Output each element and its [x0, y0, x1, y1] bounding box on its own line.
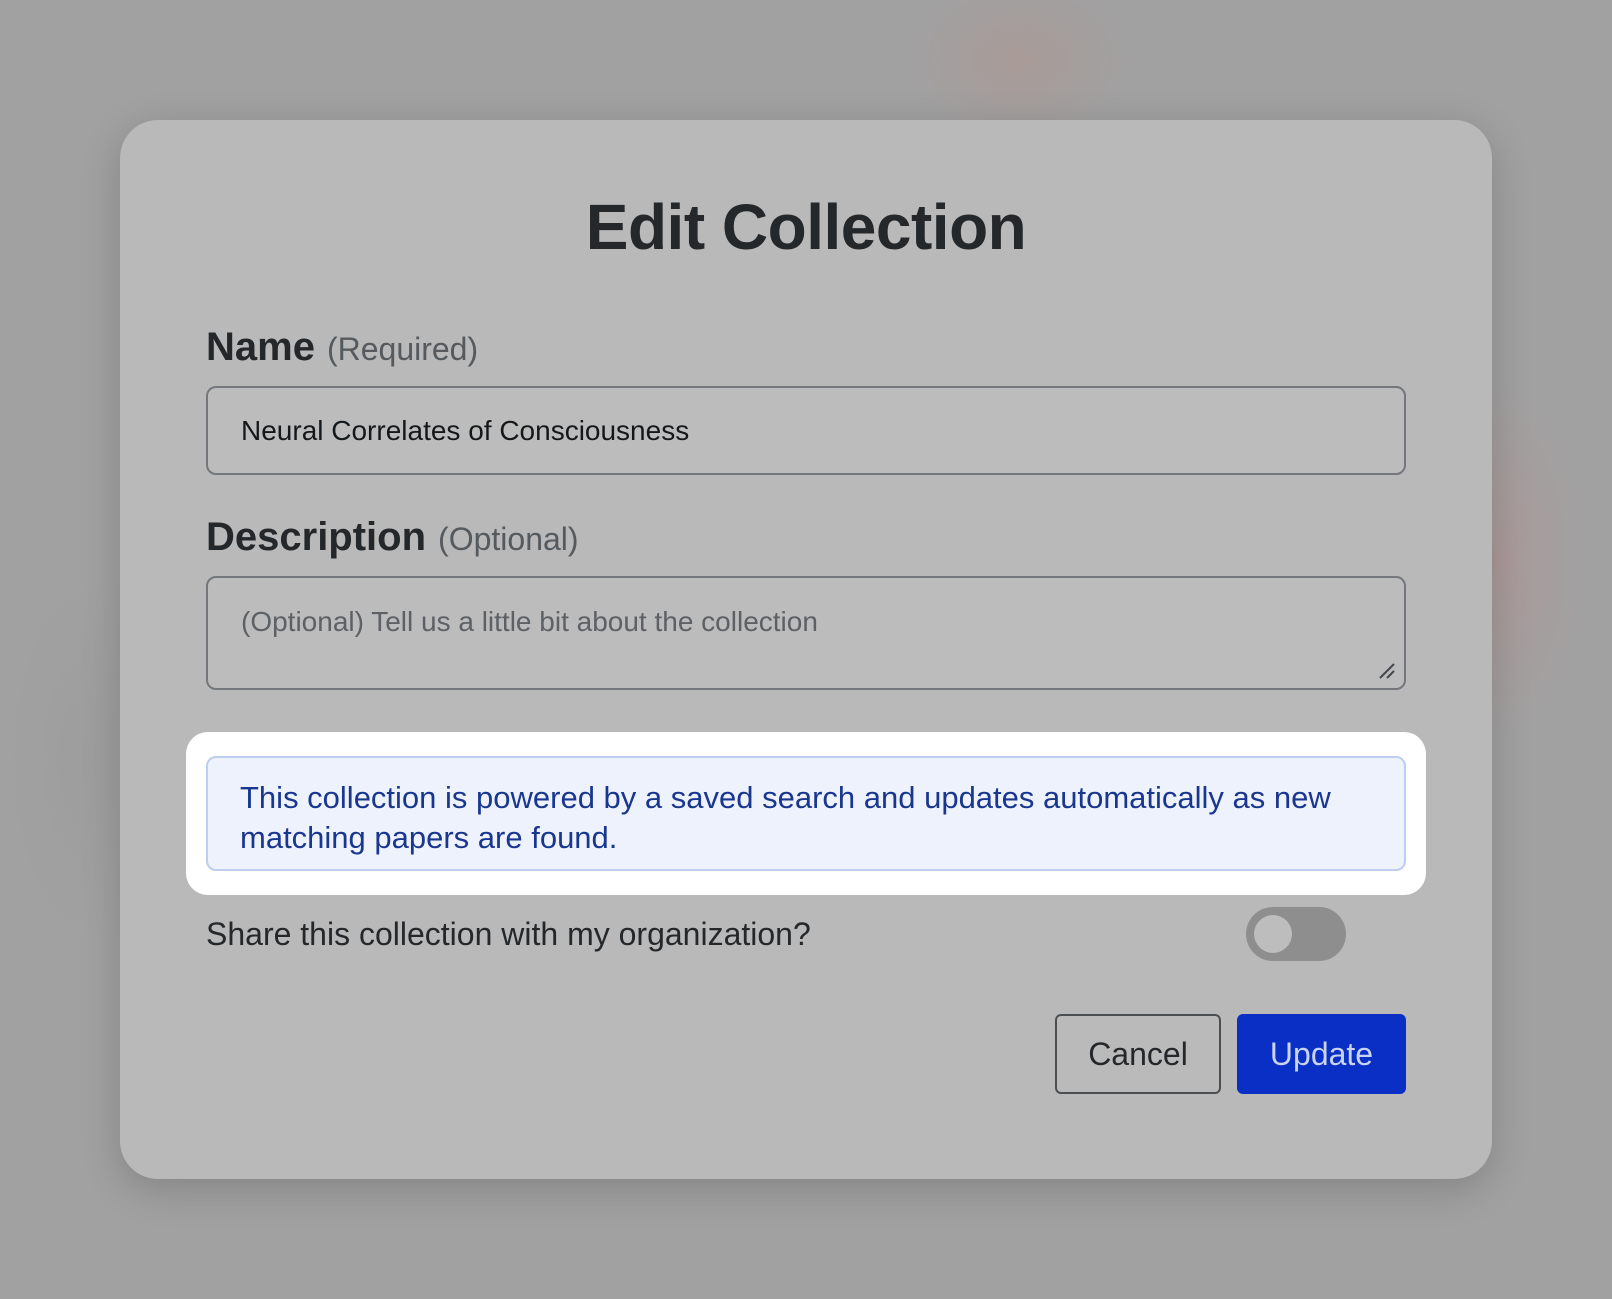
description-textarea[interactable]: (Optional) Tell us a little bit about th…: [206, 576, 1406, 690]
name-input-value: Neural Correlates of Consciousness: [241, 414, 690, 446]
name-input[interactable]: Neural Correlates of Consciousness: [206, 386, 1406, 475]
name-required-hint: (Required): [326, 331, 479, 367]
share-label: Share this collection with my organizati…: [206, 915, 811, 952]
name-label-text: Name: [206, 325, 315, 369]
description-label-text: Description: [206, 515, 427, 559]
description-field-label: Description (Optional): [206, 515, 579, 560]
description-placeholder: (Optional) Tell us a little bit about th…: [241, 606, 818, 637]
toggle-knob: [1254, 915, 1292, 953]
name-field-label: Name (Required): [206, 325, 478, 370]
info-banner-text: This collection is powered by a saved se…: [240, 780, 1331, 855]
share-toggle[interactable]: [1246, 907, 1346, 961]
edit-collection-dialog: Edit Collection Name (Required) Neural C…: [120, 120, 1492, 1179]
cancel-button[interactable]: Cancel: [1055, 1014, 1221, 1094]
update-button[interactable]: Update: [1237, 1014, 1406, 1094]
share-row: Share this collection with my organizati…: [206, 906, 1346, 962]
description-optional-hint: (Optional): [438, 521, 579, 557]
saved-search-info-banner: This collection is powered by a saved se…: [206, 756, 1406, 871]
resize-grip-icon[interactable]: [1376, 660, 1396, 680]
info-highlight: This collection is powered by a saved se…: [186, 732, 1426, 895]
dialog-title: Edit Collection: [585, 191, 1027, 263]
